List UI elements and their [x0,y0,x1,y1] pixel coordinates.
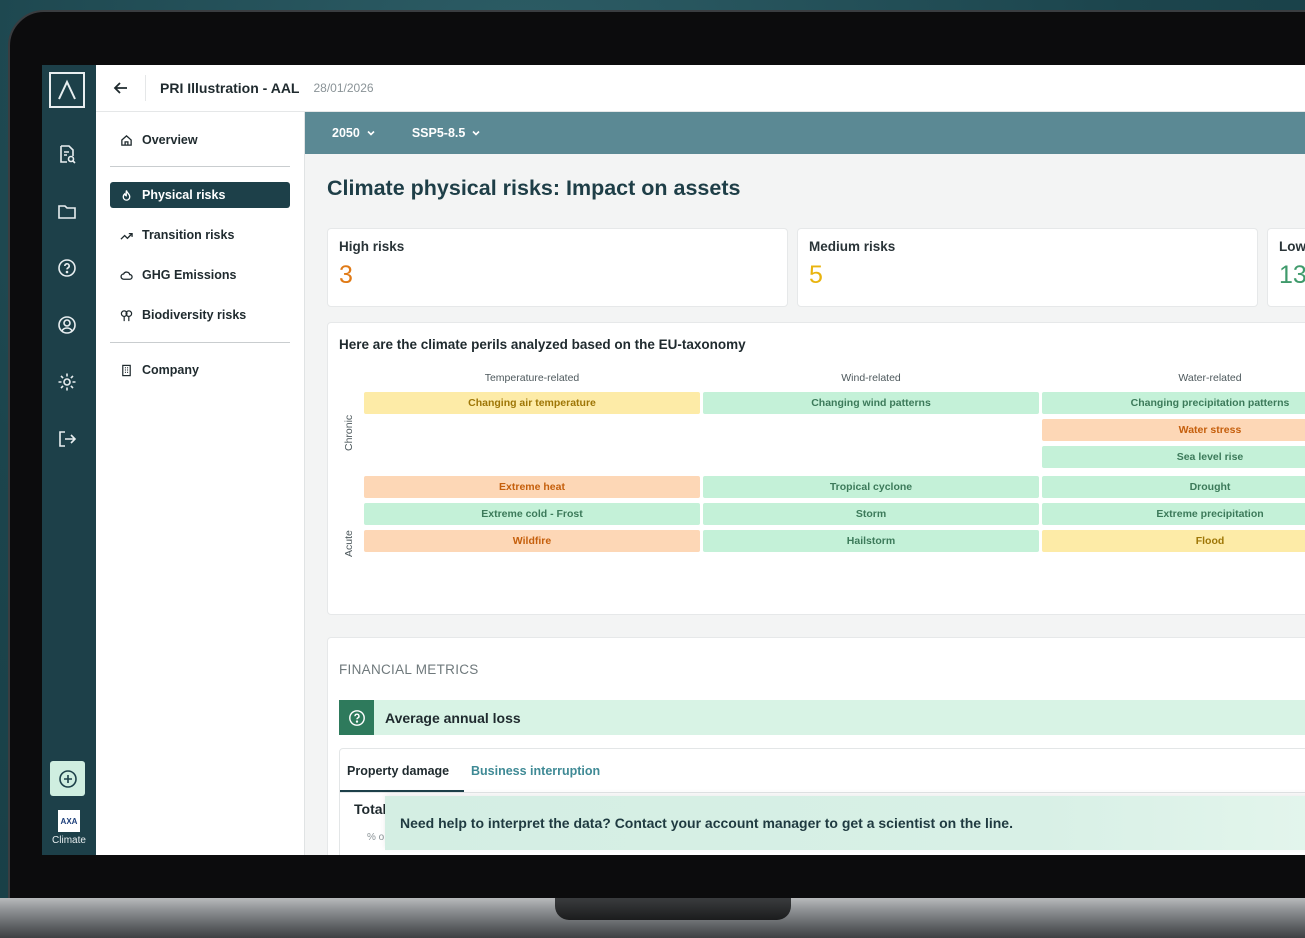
project-date: 28/01/2026 [313,81,374,95]
nav-item-ghg-emissions[interactable]: GHG Emissions [110,262,290,288]
kpi-low-risks: Low 13 [1267,228,1305,307]
top-bar: PRI Illustration - AAL 28/01/2026 [96,65,1305,112]
tab-property-damage[interactable]: Property damage [347,749,449,792]
tab-divider [340,792,1305,793]
nav-label: Company [142,363,199,377]
tab-business-interruption[interactable]: Business interruption [471,749,600,792]
filter-bar: 2050 SSP5-8.5 [305,112,1305,154]
kpi-label: Medium risks [809,239,896,254]
section-nav: Overview Physical risks Transition risks… [96,112,305,855]
nav-item-company[interactable]: Company [110,357,290,383]
peril-cell[interactable]: Changing wind patterns [703,392,1039,414]
help-circle-icon[interactable] [339,700,374,735]
project-title: PRI Illustration - AAL [160,80,300,96]
perils-title: Here are the climate perils analyzed bas… [339,337,746,352]
nav-label: Biodiversity risks [142,308,247,322]
row-label-chronic: Chronic [343,414,355,451]
peril-cell[interactable]: Flood [1042,530,1305,552]
fire-icon [120,189,136,202]
icon-rail: AXA Climate [42,65,96,855]
back-button[interactable] [96,75,146,101]
nav-divider [110,166,290,167]
kpi-value: 13 [1279,261,1305,289]
scenario-select[interactable]: SSP5-8.5 [412,126,482,140]
peril-cell[interactable]: Drought [1042,476,1305,498]
user-circle-icon[interactable] [55,313,79,337]
help-banner-text: Need help to interpret the data? Contact… [400,815,1013,831]
total-label: Total [354,801,387,817]
kpi-label: Low [1279,239,1305,254]
app-logo[interactable] [49,72,85,108]
peril-cell[interactable]: Storm [703,503,1039,525]
brand-logo: AXA [58,810,80,832]
help-circle-icon[interactable] [55,256,79,280]
chevron-down-icon [471,128,481,138]
brand-label: Climate [52,835,86,846]
logout-icon[interactable] [55,427,79,451]
peril-cell[interactable]: Changing precipitation patterns [1042,392,1305,414]
trend-up-icon [120,229,136,242]
peril-cell[interactable]: Extreme cold - Frost [364,503,700,525]
nav-divider [110,342,290,343]
peril-cell[interactable]: Extreme precipitation [1042,503,1305,525]
kpi-high-risks: High risks 3 [327,228,788,307]
trees-icon [120,309,136,322]
nav-item-physical-risks[interactable]: Physical risks [110,182,290,208]
arrow-left-icon [113,82,127,94]
peril-cell[interactable]: Sea level rise [1042,446,1305,468]
peril-cell[interactable]: Extreme heat [364,476,700,498]
row-label-acute: Acute [343,530,355,557]
kpi-value: 3 [339,261,353,289]
average-annual-loss-header[interactable]: Average annual loss [339,700,1305,735]
page-title: Climate physical risks: Impact on assets [327,176,741,200]
report-search-icon[interactable] [55,142,79,166]
building-icon [120,364,136,377]
app-screen: AXA Climate PRI Illustration - AAL 28/01… [42,65,1305,855]
column-header-temperature: Temperature-related [484,372,580,384]
cloud-icon [120,269,136,282]
nav-item-overview[interactable]: Overview [110,127,290,153]
kpi-label: High risks [339,239,405,254]
plus-circle-icon[interactable] [50,761,85,796]
nav-label: Overview [142,133,198,147]
total-subtitle: % o [367,832,385,843]
kpi-medium-risks: Medium risks 5 [797,228,1258,307]
year-value: 2050 [332,126,360,140]
kpi-value: 5 [809,261,823,289]
aal-label: Average annual loss [385,709,521,726]
laptop-notch [555,898,791,920]
nav-item-biodiversity-risks[interactable]: Biodiversity risks [110,302,290,328]
column-header-wind: Wind-related [841,372,901,384]
year-select[interactable]: 2050 [332,126,376,140]
peril-cell[interactable]: Wildfire [364,530,700,552]
perils-card: Here are the climate perils analyzed bas… [327,322,1305,615]
main-content: 2050 SSP5-8.5 Climate physical risks: Im… [305,112,1305,855]
help-banner[interactable]: Need help to interpret the data? Contact… [385,796,1305,850]
peril-cell[interactable]: Hailstorm [703,530,1039,552]
peril-cell[interactable]: Tropical cyclone [703,476,1039,498]
scenario-value: SSP5-8.5 [411,126,466,140]
home-icon [120,134,136,147]
financial-metrics-title: FINANCIAL METRICS [339,662,479,677]
nav-label: GHG Emissions [142,268,237,282]
chevron-down-icon [366,128,376,138]
peril-cell[interactable]: Water stress [1042,419,1305,441]
column-header-water: Water-related [1178,372,1242,384]
brand: AXA Climate [42,810,96,846]
folder-icon[interactable] [55,199,79,223]
nav-item-transition-risks[interactable]: Transition risks [110,222,290,248]
peril-cell[interactable]: Changing air temperature [364,392,700,414]
settings-icon[interactable] [55,370,79,394]
nav-label: Physical risks [142,188,226,202]
nav-label: Transition risks [142,228,235,242]
